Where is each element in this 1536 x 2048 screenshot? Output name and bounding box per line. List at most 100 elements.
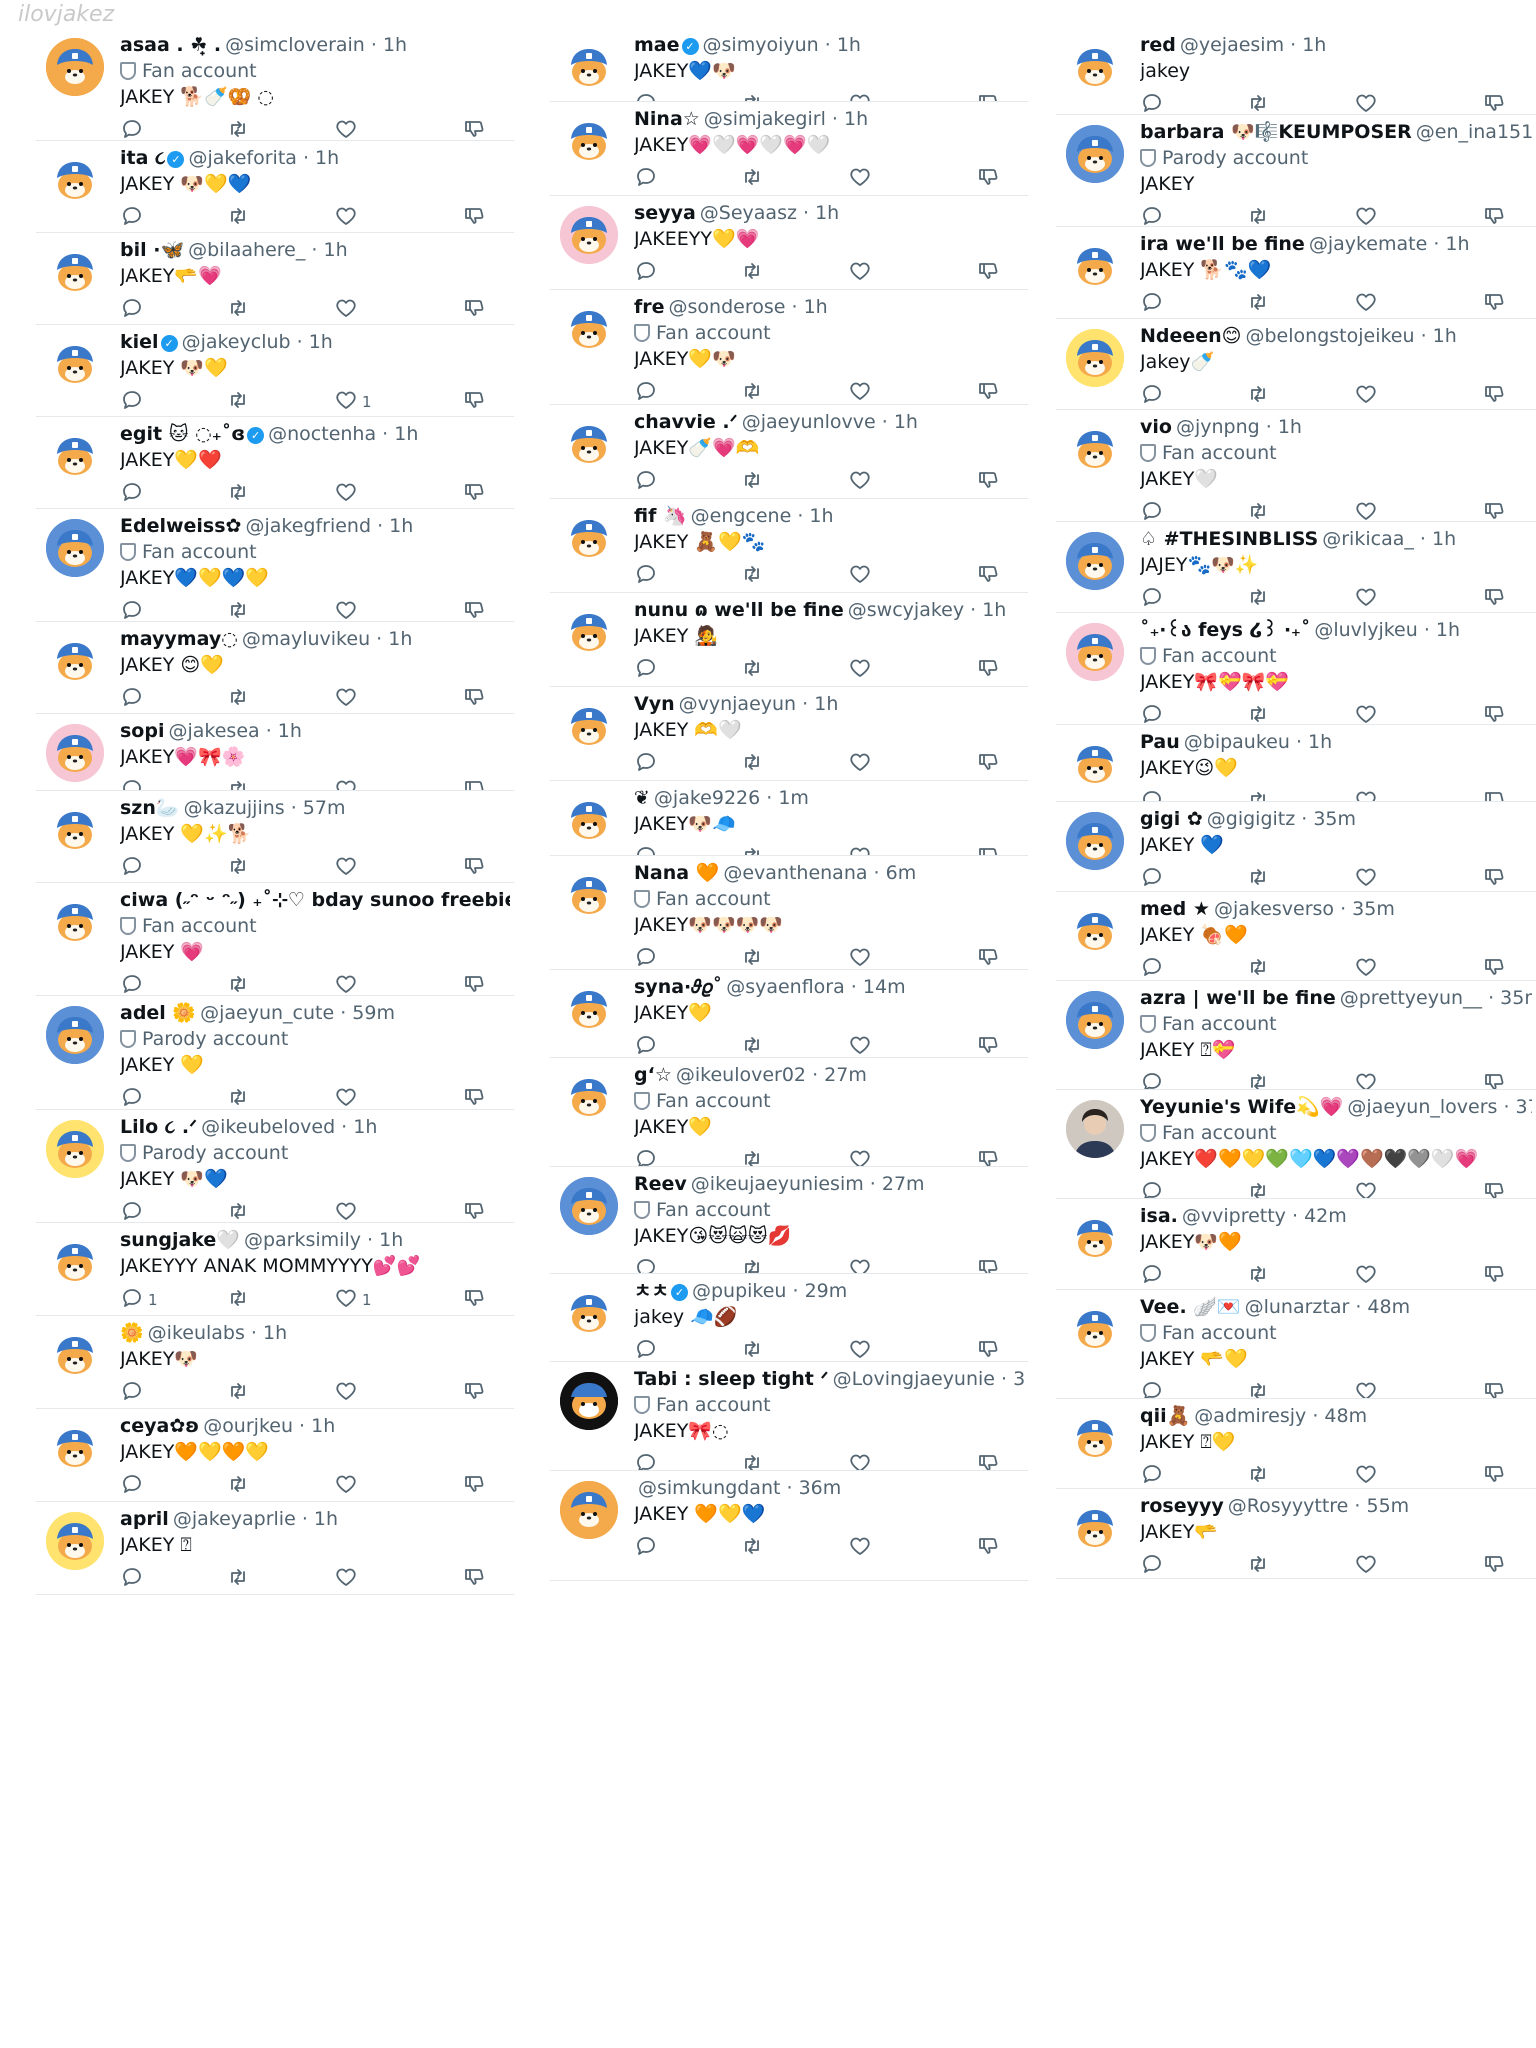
like-button[interactable] (848, 90, 872, 101)
user-handle[interactable]: @gigigitz (1207, 808, 1295, 830)
tweet-card[interactable]: chavvie .ᐟ @jaeyunlovve · 1h JAKEY🍼💗🫶 (550, 405, 1028, 499)
avatar[interactable] (46, 1006, 104, 1064)
tweet-card[interactable]: Edelweiss✿ @jakegfriend · 1h Fan account JA… (36, 509, 514, 622)
reply-button[interactable] (120, 1471, 144, 1501)
tweet-card[interactable]: ceya✿ʚ @ourjkeu · 1h JAKEY🧡💛🧡💛 (36, 1409, 514, 1502)
tweet-timestamp[interactable]: 1h (982, 599, 1006, 621)
retweet-button[interactable] (740, 467, 764, 497)
retweet-button[interactable] (740, 944, 764, 969)
display-name[interactable]: Nina☆ (634, 108, 700, 130)
tweet-timestamp[interactable]: 1h (379, 1229, 403, 1251)
avatar[interactable] (46, 1419, 104, 1477)
tweet-timestamp[interactable]: 1h (311, 1415, 335, 1437)
like-button[interactable] (334, 116, 358, 140)
tweet-timestamp[interactable]: 6m (886, 862, 917, 884)
user-handle[interactable]: @ikeujaeyuniesim (691, 1173, 864, 1195)
tweet-timestamp[interactable]: 1h (837, 34, 861, 56)
tweet-card[interactable]: fif 🦄 @engcene · 1h JAKEY 🧸💛🐾 (550, 499, 1028, 593)
reply-button[interactable] (1140, 787, 1164, 801)
dislike-button[interactable] (976, 378, 1000, 404)
reply-button[interactable] (1140, 584, 1164, 612)
user-handle[interactable]: @swcyjakey (848, 599, 964, 621)
reply-button[interactable] (120, 1084, 144, 1109)
reply-button[interactable] (634, 90, 658, 101)
reply-button[interactable] (120, 387, 144, 416)
user-handle[interactable]: @jake9226 (654, 787, 760, 809)
retweet-button[interactable] (740, 655, 764, 685)
retweet-button[interactable] (226, 776, 250, 790)
tweet-timestamp[interactable]: 1h (314, 1508, 338, 1530)
tweet-timestamp[interactable]: 1h (894, 411, 918, 433)
retweet-button[interactable] (1246, 787, 1270, 801)
like-button[interactable] (334, 853, 358, 882)
like-button[interactable] (848, 843, 872, 855)
tweet-timestamp[interactable]: 1h (1436, 619, 1460, 641)
user-handle[interactable]: @yejaesim (1180, 34, 1284, 56)
user-handle[interactable]: @parksimily (244, 1229, 361, 1251)
user-handle[interactable]: @en_ina1511 (1416, 121, 1532, 143)
user-handle[interactable]: @engcene (691, 505, 792, 527)
display-name[interactable]: azra | we'll be fine (1140, 987, 1336, 1009)
avatar[interactable] (560, 866, 618, 924)
dislike-button[interactable] (462, 1564, 486, 1594)
retweet-button[interactable] (226, 1564, 250, 1594)
retweet-button[interactable] (740, 1336, 764, 1361)
tweet-timestamp[interactable]: 37m (1516, 1096, 1532, 1118)
tweet-card[interactable]: azra | we'll be fine@prettyeyun__ · 35mF… (1056, 981, 1536, 1090)
display-name[interactable]: mayymay◌ (120, 628, 238, 650)
tweet-timestamp[interactable]: 1h (323, 239, 347, 261)
tweet-timestamp[interactable]: 42m (1304, 1205, 1347, 1227)
display-name[interactable]: ♤ #THESINBLISS (1140, 528, 1318, 550)
retweet-button[interactable] (740, 749, 764, 779)
tweet-card[interactable]: qii🧸 @admiresjy · 48m JAKEY ⍰💛 (1056, 1399, 1536, 1489)
reply-button[interactable] (120, 479, 144, 508)
retweet-button[interactable] (1246, 498, 1270, 521)
like-button[interactable] (1354, 1261, 1378, 1289)
retweet-button[interactable] (226, 1084, 250, 1109)
user-handle[interactable]: @vynjaeyun (679, 693, 796, 715)
display-name[interactable]: kiel (120, 331, 159, 353)
reply-button[interactable] (120, 116, 144, 140)
dislike-button[interactable] (976, 467, 1000, 497)
avatar[interactable] (1066, 1499, 1124, 1557)
retweet-button[interactable] (226, 971, 250, 995)
tweet-timestamp[interactable]: 59m (352, 1002, 395, 1024)
user-handle[interactable]: @jakesea (168, 720, 259, 742)
tweet-card[interactable]: ♤ #THESINBLISS @rikicaa_ · 1h JAJEY🐾🐶✨ (1056, 522, 1536, 613)
tweet-timestamp[interactable]: 36m (799, 1477, 842, 1499)
tweet-card[interactable]: Yeyunie's Wife💫💗@jaeyun_lovers · 37mFan … (1056, 1090, 1536, 1199)
user-handle[interactable]: @jakeyaprlie (173, 1508, 296, 1530)
display-name[interactable]: ❦ (634, 787, 650, 809)
display-name[interactable]: ceya✿ʚ (120, 1415, 199, 1437)
user-handle[interactable]: @Lovingjaeyunie (833, 1368, 995, 1390)
tweet-timestamp[interactable]: 1h (394, 423, 418, 445)
display-name[interactable]: Pau (1140, 731, 1180, 753)
avatar[interactable] (560, 1481, 618, 1539)
tweet-card[interactable]: kiel ✓ @jakeyclub · 1h JAKEY 🐶💛 1 (36, 325, 514, 417)
tweet-timestamp[interactable]: 27m (824, 1064, 867, 1086)
user-handle[interactable]: @ikeubeloved (201, 1116, 335, 1138)
avatar[interactable] (46, 519, 104, 577)
reply-button[interactable] (1140, 1551, 1164, 1578)
tweet-timestamp[interactable]: 1h (814, 693, 838, 715)
reply-button[interactable] (1140, 289, 1164, 318)
tweet-card[interactable]: @simkungdant · 36m JAKEY 🧡💛💙 (550, 1471, 1028, 1581)
like-button[interactable] (1354, 498, 1378, 521)
avatar[interactable] (46, 724, 104, 782)
dislike-button[interactable] (462, 853, 486, 882)
like-button[interactable] (334, 684, 358, 713)
dislike-button[interactable] (462, 1285, 486, 1315)
display-name[interactable]: fif 🦄 (634, 505, 687, 527)
display-name[interactable]: gʻ☆ (634, 1064, 672, 1086)
like-button[interactable] (334, 1198, 358, 1222)
dislike-button[interactable] (976, 1146, 1000, 1166)
like-button[interactable] (334, 1471, 358, 1501)
dislike-button[interactable] (462, 971, 486, 995)
like-button[interactable] (1354, 203, 1378, 226)
retweet-button[interactable] (1246, 90, 1270, 114)
retweet-button[interactable] (1246, 1551, 1270, 1578)
like-button[interactable] (848, 1146, 872, 1166)
display-name[interactable]: seyya (634, 202, 696, 224)
reply-button[interactable] (1140, 1461, 1164, 1488)
dislike-button[interactable] (462, 1198, 486, 1222)
